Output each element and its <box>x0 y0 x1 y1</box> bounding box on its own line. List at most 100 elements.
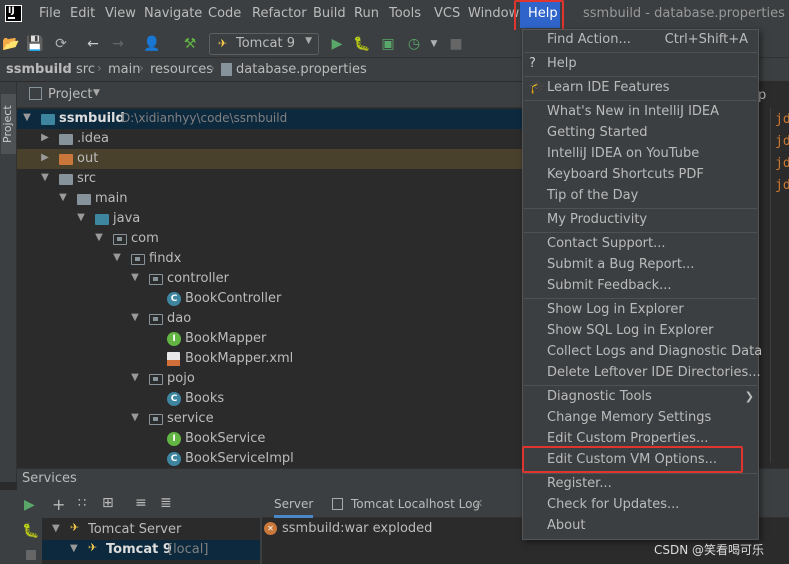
chevron-right-icon[interactable]: ▶ <box>39 152 51 163</box>
menu-item-whats-new[interactable]: What's New in IntelliJ IDEA <box>523 102 758 123</box>
menu-item-submit-feedback[interactable]: Submit Feedback... <box>523 276 758 297</box>
menu-vcs[interactable]: VCS <box>434 6 460 21</box>
breadcrumb-item[interactable]: src <box>76 62 95 77</box>
chevron-down-icon[interactable]: ▼ <box>39 172 51 183</box>
menu-item-find-action[interactable]: Find Action... Ctrl+Shift+A <box>523 30 758 51</box>
tree-row-dao[interactable]: ▼ dao <box>17 309 522 329</box>
menu-tools[interactable]: Tools <box>389 6 421 21</box>
chevron-down-icon[interactable]: ▼ <box>129 412 141 423</box>
stop-icon[interactable] <box>26 550 36 560</box>
back-arrow-icon[interactable]: ← <box>83 34 103 54</box>
menu-item-my-productivity[interactable]: My Productivity <box>523 210 758 231</box>
menu-item-learn-ide[interactable]: 🎓 Learn IDE Features <box>523 78 758 99</box>
tree-row-bookmapper[interactable]: I BookMapper <box>17 329 522 349</box>
tree-row-controller[interactable]: ▼ controller <box>17 269 522 289</box>
chevron-down-icon[interactable]: ▼ <box>75 212 87 223</box>
chevron-down-icon[interactable]: ▼ <box>129 372 141 383</box>
tree-row-out[interactable]: ▶ out <box>17 149 522 169</box>
tree-row-main[interactable]: ▼ main <box>17 189 522 209</box>
tree-row-java[interactable]: ▼ java <box>17 209 522 229</box>
menu-item-keyboard-pdf[interactable]: Keyboard Shortcuts PDF <box>523 165 758 186</box>
menu-item-submit-bug[interactable]: Submit a Bug Report... <box>523 255 758 276</box>
services-row-tomcat-9[interactable]: ▼ ✈ Tomcat 9 [local] <box>42 540 260 560</box>
menu-item-collect-logs[interactable]: Collect Logs and Diagnostic Data <box>523 342 762 363</box>
tree-row-findx[interactable]: ▼ findx <box>17 249 522 269</box>
debug-icon[interactable]: 🐛 <box>22 523 39 539</box>
menu-item-delete-leftover[interactable]: Delete Leftover IDE Directories... <box>523 363 761 384</box>
menu-item-tip-of-day[interactable]: Tip of the Day <box>523 186 758 207</box>
chevron-down-icon[interactable]: ▼ <box>129 312 141 323</box>
menu-item-check-updates[interactable]: Check for Updates... <box>523 495 758 516</box>
tree-row-com[interactable]: ▼ com <box>17 229 522 249</box>
stop-icon[interactable]: ■ <box>446 34 466 54</box>
chevron-down-icon[interactable]: ▼ <box>111 252 123 263</box>
tree-row-src[interactable]: ▼ src <box>17 169 522 189</box>
menu-item-edit-custom-properties[interactable]: Edit Custom Properties... <box>523 429 758 450</box>
menu-item-getting-started[interactable]: Getting Started <box>523 123 758 144</box>
menu-file[interactable]: File <box>39 6 61 21</box>
close-icon[interactable]: ✕ <box>474 497 483 510</box>
tree-row-service[interactable]: ▼ service <box>17 409 522 429</box>
menu-view[interactable]: View <box>105 6 136 21</box>
menu-item-show-sql-log[interactable]: Show SQL Log in Explorer <box>523 321 758 342</box>
sync-icon[interactable]: ⟳ <box>51 34 71 54</box>
tree-row-bookmapper-xml[interactable]: BookMapper.xml <box>17 349 522 369</box>
save-icon[interactable]: 💾 <box>25 34 45 54</box>
tree-row-bookserviceimpl[interactable]: C BookServiceImpl <box>17 449 522 468</box>
more-run-chevron-icon[interactable]: ▼ <box>424 34 444 54</box>
chevron-down-icon[interactable]: ▼ <box>93 232 105 243</box>
run-configuration-dropdown[interactable]: ✈ Tomcat 9 ▼ <box>209 33 319 55</box>
breadcrumb-item[interactable]: main <box>108 62 140 77</box>
build-hammer-icon[interactable]: ⚒ <box>180 34 200 54</box>
chevron-down-icon[interactable]: ▼ <box>93 88 100 98</box>
menu-code[interactable]: Code <box>208 6 241 21</box>
profile-icon[interactable]: ◷ <box>404 34 424 54</box>
forward-arrow-icon[interactable]: → <box>108 34 128 54</box>
coverage-icon[interactable]: ▣ <box>378 34 398 54</box>
menu-run[interactable]: Run <box>354 6 379 21</box>
chevron-down-icon[interactable]: ▼ <box>21 112 33 123</box>
menu-build[interactable]: Build <box>313 6 346 21</box>
filter-icon[interactable]: ⊞ <box>102 495 114 511</box>
menu-item-help[interactable]: ? Help <box>523 54 758 75</box>
project-side-tab[interactable]: Project <box>1 94 16 154</box>
tree-row-bookcontroller[interactable]: C BookController <box>17 289 522 309</box>
tree-row-bookservice[interactable]: I BookService <box>17 429 522 449</box>
tab-server[interactable]: Server <box>274 497 314 518</box>
collapse-all-icon[interactable]: ≣ <box>160 495 172 511</box>
breadcrumb-item[interactable]: resources <box>150 62 213 77</box>
menu-item-about[interactable]: About <box>523 516 758 537</box>
breadcrumb-item[interactable]: database.properties <box>236 62 367 77</box>
run-icon[interactable]: ▶ <box>24 497 35 513</box>
add-icon[interactable]: + <box>52 495 65 514</box>
chevron-down-icon[interactable]: ▼ <box>129 272 141 283</box>
chevron-right-icon[interactable]: ▶ <box>39 132 51 143</box>
tab-tomcat-localhost-log[interactable]: Tomcat Localhost Log <box>351 497 480 511</box>
menu-help[interactable]: Help <box>520 2 560 28</box>
menu-edit[interactable]: Edit <box>70 6 95 21</box>
menu-window[interactable]: Window <box>468 6 519 21</box>
chevron-down-icon[interactable]: ▼ <box>57 192 69 203</box>
expand-all-icon[interactable]: ≡ <box>135 495 147 511</box>
project-panel-title[interactable]: Project <box>48 87 92 102</box>
menu-item-register[interactable]: Register... <box>523 474 758 495</box>
tree-row-pojo[interactable]: ▼ pojo <box>17 369 522 389</box>
menu-item-edit-custom-vm-options[interactable]: Edit Custom VM Options... <box>523 450 758 471</box>
debug-icon[interactable]: 🐛 <box>352 34 372 54</box>
menu-navigate[interactable]: Navigate <box>144 6 202 21</box>
menu-item-youtube[interactable]: IntelliJ IDEA on YouTube <box>523 144 758 165</box>
menu-item-contact-support[interactable]: Contact Support... <box>523 234 758 255</box>
menu-item-diagnostic-tools[interactable]: Diagnostic Tools ❯ <box>523 387 758 408</box>
chevron-down-icon[interactable]: ▼ <box>52 523 60 534</box>
open-folder-icon[interactable]: 📂 <box>1 34 21 54</box>
tree-row-books[interactable]: C Books <box>17 389 522 409</box>
chevron-down-icon[interactable]: ▼ <box>70 543 78 554</box>
tree-row-idea[interactable]: ▶ .idea <box>17 129 522 149</box>
menu-refactor[interactable]: Refactor <box>252 6 307 21</box>
menu-item-change-memory[interactable]: Change Memory Settings <box>523 408 758 429</box>
tree-row-ssmbuild[interactable]: ▼ ssmbuild D:\xidianhyy\code\ssmbuild <box>17 109 522 129</box>
run-icon[interactable]: ▶ <box>327 34 347 54</box>
services-row-tomcat-server[interactable]: ▼ ✈ Tomcat Server <box>42 520 260 540</box>
group-icon[interactable]: ∷ <box>78 496 86 511</box>
breadcrumb-item[interactable]: ssmbuild <box>6 62 72 77</box>
